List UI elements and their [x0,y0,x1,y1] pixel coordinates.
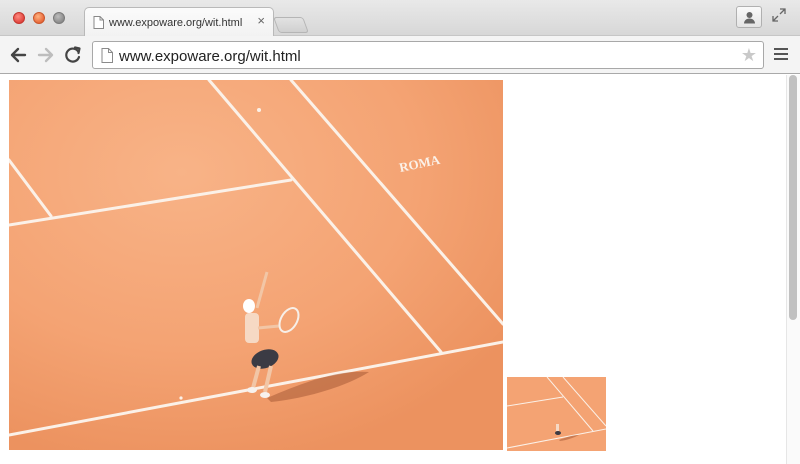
tab-strip: www.expoware.org/wit.html × [0,0,800,37]
arrow-left-icon[interactable] [8,45,28,65]
scrollbar-thumb[interactable] [789,75,797,320]
address-bar[interactable]: www.expoware.org/wit.html ★ [92,41,764,69]
minimize-window-button[interactable] [33,12,45,24]
document-icon [93,16,104,34]
profile-button[interactable] [736,6,762,28]
page-content: ROMA [0,75,800,464]
toolbar: www.expoware.org/wit.html ★ [0,36,800,74]
tab-close-icon[interactable]: × [257,14,265,28]
person-icon [744,12,755,24]
address-bar-url: www.expoware.org/wit.html [119,48,301,65]
tab-title: www.expoware.org/wit.html [109,17,243,29]
bookmark-star-icon[interactable]: ★ [741,45,757,66]
close-window-button[interactable] [13,12,25,24]
reload-icon[interactable] [63,45,83,65]
tab-active[interactable]: www.expoware.org/wit.html × [84,7,274,37]
fullscreen-icon[interactable] [772,8,786,27]
arrow-right-icon[interactable] [36,45,56,65]
browser-window: www.expoware.org/wit.html × www.expoware… [0,0,800,464]
zoom-window-button[interactable] [53,12,65,24]
tennis-court-thumbnail[interactable] [507,377,606,451]
new-tab-icon[interactable] [273,17,309,33]
tennis-court-image: ROMA [9,80,503,450]
page-icon [101,48,113,68]
hamburger-menu-icon[interactable] [774,48,788,63]
